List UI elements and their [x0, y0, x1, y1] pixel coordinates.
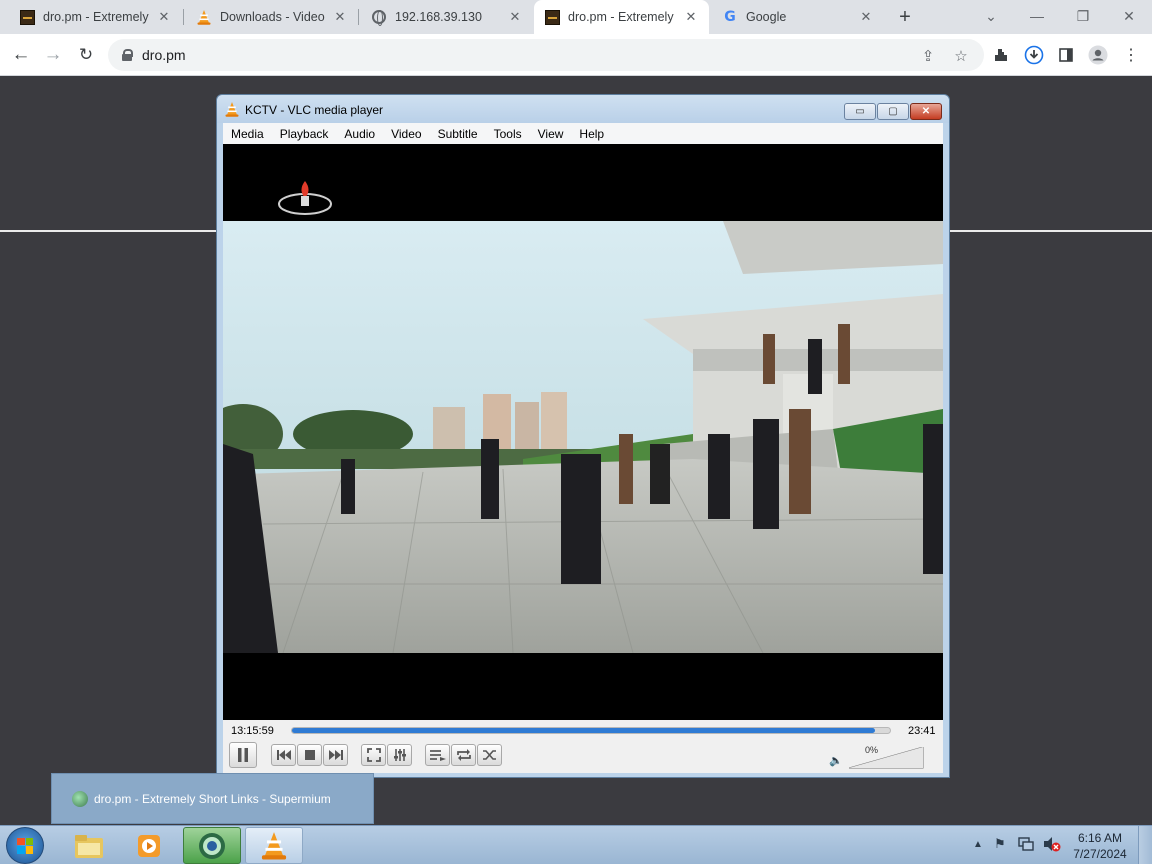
- media-player-icon: [138, 834, 160, 857]
- close-icon[interactable]: ✕: [683, 9, 699, 25]
- vlc-close-button[interactable]: ✕: [910, 103, 942, 120]
- clock-date: 7/27/2024: [1073, 847, 1127, 861]
- share-icon[interactable]: ⇪: [918, 46, 938, 66]
- menu-kebab-icon[interactable]: ⋮: [1117, 41, 1145, 69]
- back-button[interactable]: ←: [6, 40, 36, 70]
- forward-button[interactable]: →: [38, 40, 68, 70]
- vlc-controls: 13:15:59 23:41 🔈 0%: [223, 720, 943, 773]
- tab-title: Downloads - Video: [220, 10, 325, 24]
- show-hidden-icons-chevron-icon[interactable]: ▲: [973, 839, 983, 850]
- stop-button[interactable]: [297, 744, 322, 766]
- supermium-browser-icon: [199, 832, 225, 859]
- action-center-flag-icon[interactable]: ⚑: [994, 836, 1006, 852]
- dro-favicon-icon: [19, 9, 35, 25]
- speaker-icon[interactable]: 🔈: [829, 754, 843, 767]
- menu-subtitle[interactable]: Subtitle: [438, 127, 478, 141]
- url-text[interactable]: dro.pm: [142, 47, 186, 63]
- menu-media[interactable]: Media: [231, 127, 264, 141]
- address-bar[interactable]: dro.pm ⇪ ☆: [108, 39, 984, 71]
- start-button[interactable]: [6, 827, 44, 864]
- google-icon: G: [724, 9, 736, 25]
- folder-icon: [75, 834, 103, 858]
- vlc-maximize-button[interactable]: ▢: [877, 103, 909, 120]
- elapsed-time: 13:15:59: [231, 725, 274, 737]
- previous-button[interactable]: [271, 744, 296, 766]
- system-clock[interactable]: 6:16 AM 7/27/2024: [1068, 830, 1132, 862]
- vlc-client-area: Media Playback Audio Video Subtitle Tool…: [223, 123, 943, 773]
- windows-taskbar: ▲ ⚑ 6:16 AM 7/27/2024: [0, 825, 1152, 864]
- browser-toolbar: ← → ↻ dro.pm ⇪ ☆ ⋮: [0, 34, 1152, 76]
- video-scene: [223, 144, 943, 720]
- browser-tab-strip: dro.pm - Extremely ✕ Downloads - Video ✕…: [0, 0, 1152, 34]
- vlc-menu-bar: Media Playback Audio Video Subtitle Tool…: [223, 123, 943, 144]
- globe-icon: [371, 9, 387, 26]
- seek-bar-progress: [292, 728, 876, 733]
- close-icon[interactable]: ✕: [858, 9, 874, 25]
- tab-downloads[interactable]: Downloads - Video ✕: [184, 0, 358, 34]
- menu-playback[interactable]: Playback: [280, 127, 329, 141]
- taskbar-supermium[interactable]: [183, 827, 241, 864]
- lock-icon: [122, 49, 133, 61]
- taskbar-preview[interactable]: dro.pm - Extremely Short Links - Supermi…: [51, 773, 374, 824]
- vlc-title: KCTV - VLC media player: [245, 103, 384, 117]
- tab-ip-address[interactable]: 192.168.39.130 ✕: [359, 0, 533, 34]
- reload-button[interactable]: ↻: [71, 40, 101, 70]
- fullscreen-button[interactable]: [361, 744, 386, 766]
- close-icon[interactable]: ✕: [507, 9, 523, 25]
- pause-button[interactable]: [229, 742, 257, 768]
- download-icon[interactable]: [1020, 41, 1048, 69]
- supermium-icon: [72, 790, 88, 807]
- menu-tools[interactable]: Tools: [494, 127, 522, 141]
- minimize-icon[interactable]: —: [1022, 3, 1052, 29]
- windows-logo-icon: [17, 837, 33, 854]
- volume-slider[interactable]: [849, 747, 925, 769]
- tab-dro-pm-active[interactable]: dro.pm - Extremely ✕: [534, 0, 709, 34]
- window-close-icon[interactable]: ✕: [1114, 3, 1144, 29]
- seek-bar[interactable]: [291, 727, 891, 734]
- tab-title: dro.pm - Extremely: [568, 10, 674, 24]
- preview-title: dro.pm - Extremely Short Links - Supermi…: [94, 791, 331, 806]
- profile-avatar-icon[interactable]: [1084, 41, 1112, 69]
- vlc-cone-icon: [261, 831, 287, 860]
- tab-title: Google: [746, 10, 787, 24]
- menu-audio[interactable]: Audio: [344, 127, 375, 141]
- menu-video[interactable]: Video: [391, 127, 421, 141]
- show-desktop-button[interactable]: [1138, 826, 1152, 864]
- vlc-title-bar[interactable]: KCTV - VLC media player ▭ ▢ ✕: [217, 95, 949, 123]
- vlc-minimize-button[interactable]: ▭: [844, 103, 876, 120]
- loop-button[interactable]: [451, 744, 476, 766]
- volume-muted-icon[interactable]: [1043, 836, 1061, 855]
- network-icon[interactable]: [1018, 836, 1034, 855]
- side-panel-icon[interactable]: [1052, 41, 1080, 69]
- taskbar-explorer[interactable]: [60, 827, 118, 864]
- next-button[interactable]: [323, 744, 348, 766]
- vlc-cone-icon: [225, 102, 239, 120]
- new-tab-button[interactable]: +: [893, 5, 917, 29]
- video-frame[interactable]: [223, 144, 943, 720]
- tab-dro-pm-1[interactable]: dro.pm - Extremely ✕: [0, 0, 182, 34]
- taskbar-vlc[interactable]: [245, 827, 303, 864]
- close-icon[interactable]: ✕: [156, 9, 172, 25]
- tab-title: dro.pm - Extremely: [43, 10, 149, 24]
- bookmark-star-icon[interactable]: ☆: [951, 46, 971, 66]
- close-icon[interactable]: ✕: [332, 9, 348, 25]
- menu-help[interactable]: Help: [579, 127, 604, 141]
- taskbar-media-player[interactable]: [120, 827, 178, 864]
- tab-google[interactable]: G Google ✕: [710, 0, 884, 34]
- dro-favicon-icon: [544, 9, 560, 25]
- extensions-icon[interactable]: [987, 41, 1015, 69]
- restore-icon[interactable]: ❐: [1068, 3, 1098, 29]
- vlc-cone-icon: [196, 9, 212, 25]
- extended-settings-button[interactable]: [387, 744, 412, 766]
- tab-title: 192.168.39.130: [395, 10, 482, 24]
- total-time: 23:41: [908, 725, 936, 737]
- vlc-window: KCTV - VLC media player ▭ ▢ ✕ Media Play…: [216, 94, 950, 778]
- menu-view[interactable]: View: [538, 127, 564, 141]
- playlist-button[interactable]: [425, 744, 450, 766]
- shuffle-button[interactable]: [477, 744, 502, 766]
- tab-search-chevron-icon[interactable]: ⌄: [976, 3, 1006, 29]
- clock-time: 6:16 AM: [1077, 831, 1123, 845]
